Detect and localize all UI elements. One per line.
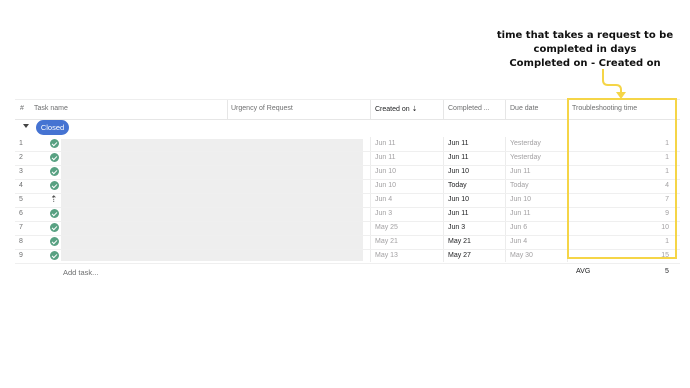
- row-number: 8: [19, 238, 23, 245]
- sort-desc-icon[interactable]: ⇣: [412, 106, 418, 113]
- completed-on-cell[interactable]: Jun 11: [448, 210, 469, 217]
- row-number: 1: [19, 140, 23, 147]
- due-date-cell[interactable]: Jun 10: [510, 196, 531, 203]
- due-date-cell[interactable]: Yesterday: [510, 154, 541, 161]
- created-on-cell[interactable]: Jun 10: [375, 182, 396, 189]
- completed-on-cell[interactable]: Jun 10: [448, 168, 469, 175]
- created-on-cell[interactable]: Jun 4: [375, 196, 392, 203]
- header-completed[interactable]: Completed ...: [448, 105, 490, 112]
- check-circle-icon[interactable]: [50, 153, 59, 162]
- row-number: 7: [19, 224, 23, 231]
- due-date-cell[interactable]: Jun 6: [510, 224, 527, 231]
- row-number: 4: [19, 182, 23, 189]
- due-date-cell[interactable]: Jun 11: [510, 168, 531, 175]
- avg-label: AVG: [576, 268, 591, 275]
- completed-on-cell[interactable]: May 27: [448, 252, 471, 259]
- completed-on-cell[interactable]: Today: [448, 182, 467, 189]
- due-date-cell[interactable]: Jun 11: [510, 210, 531, 217]
- caret-down-icon[interactable]: [23, 124, 29, 128]
- header-urgency[interactable]: Urgency of Request: [231, 105, 293, 112]
- check-circle-icon[interactable]: [50, 209, 59, 218]
- header-index: #: [20, 105, 24, 112]
- group-label-closed[interactable]: Closed: [36, 120, 69, 135]
- check-circle-icon[interactable]: [50, 237, 59, 246]
- check-circle-icon[interactable]: [50, 139, 59, 148]
- due-date-cell[interactable]: Jun 4: [510, 238, 527, 245]
- due-date-cell[interactable]: May 30: [510, 252, 533, 259]
- check-circle-icon[interactable]: [50, 251, 59, 260]
- completed-on-cell[interactable]: Jun 10: [448, 196, 469, 203]
- annotation-line-3: Completed on - Created on: [509, 58, 661, 69]
- header-created-on-label: Created on: [375, 106, 410, 113]
- header-task-name[interactable]: Task name: [34, 105, 68, 112]
- completed-on-cell[interactable]: Jun 11: [448, 140, 469, 147]
- row-number: 6: [19, 210, 23, 217]
- created-on-cell[interactable]: May 21: [375, 238, 398, 245]
- avg-value: 5: [665, 268, 669, 275]
- annotation-line-1: time that takes a request to be: [496, 30, 674, 41]
- annotation-line-2: completed in days: [533, 44, 637, 55]
- created-on-cell[interactable]: Jun 3: [375, 210, 392, 217]
- row-number: 9: [19, 252, 23, 259]
- row-number: 5: [19, 196, 23, 203]
- completed-on-cell[interactable]: May 21: [448, 238, 471, 245]
- arrow-up-icon[interactable]: ⇡: [50, 194, 58, 205]
- header-due-date[interactable]: Due date: [510, 105, 538, 112]
- due-date-cell[interactable]: Yesterday: [510, 140, 541, 147]
- due-date-cell[interactable]: Today: [510, 182, 529, 189]
- highlight-box: [567, 98, 677, 259]
- completed-on-cell[interactable]: Jun 3: [448, 224, 465, 231]
- check-circle-icon[interactable]: [50, 223, 59, 232]
- created-on-cell[interactable]: Jun 10: [375, 168, 396, 175]
- row-number: 2: [19, 154, 23, 161]
- check-circle-icon[interactable]: [50, 167, 59, 176]
- completed-on-cell[interactable]: Jun 11: [448, 154, 469, 161]
- created-on-cell[interactable]: May 13: [375, 252, 398, 259]
- check-circle-icon[interactable]: [50, 181, 59, 190]
- created-on-cell[interactable]: May 25: [375, 224, 398, 231]
- annotation-text: time that takes a request to be complete…: [480, 29, 690, 71]
- created-on-cell[interactable]: Jun 11: [375, 154, 396, 161]
- header-created-on[interactable]: Created on ⇣: [375, 105, 417, 113]
- add-task-button[interactable]: Add task...: [63, 268, 98, 277]
- row-number: 3: [19, 168, 23, 175]
- created-on-cell[interactable]: Jun 11: [375, 140, 396, 147]
